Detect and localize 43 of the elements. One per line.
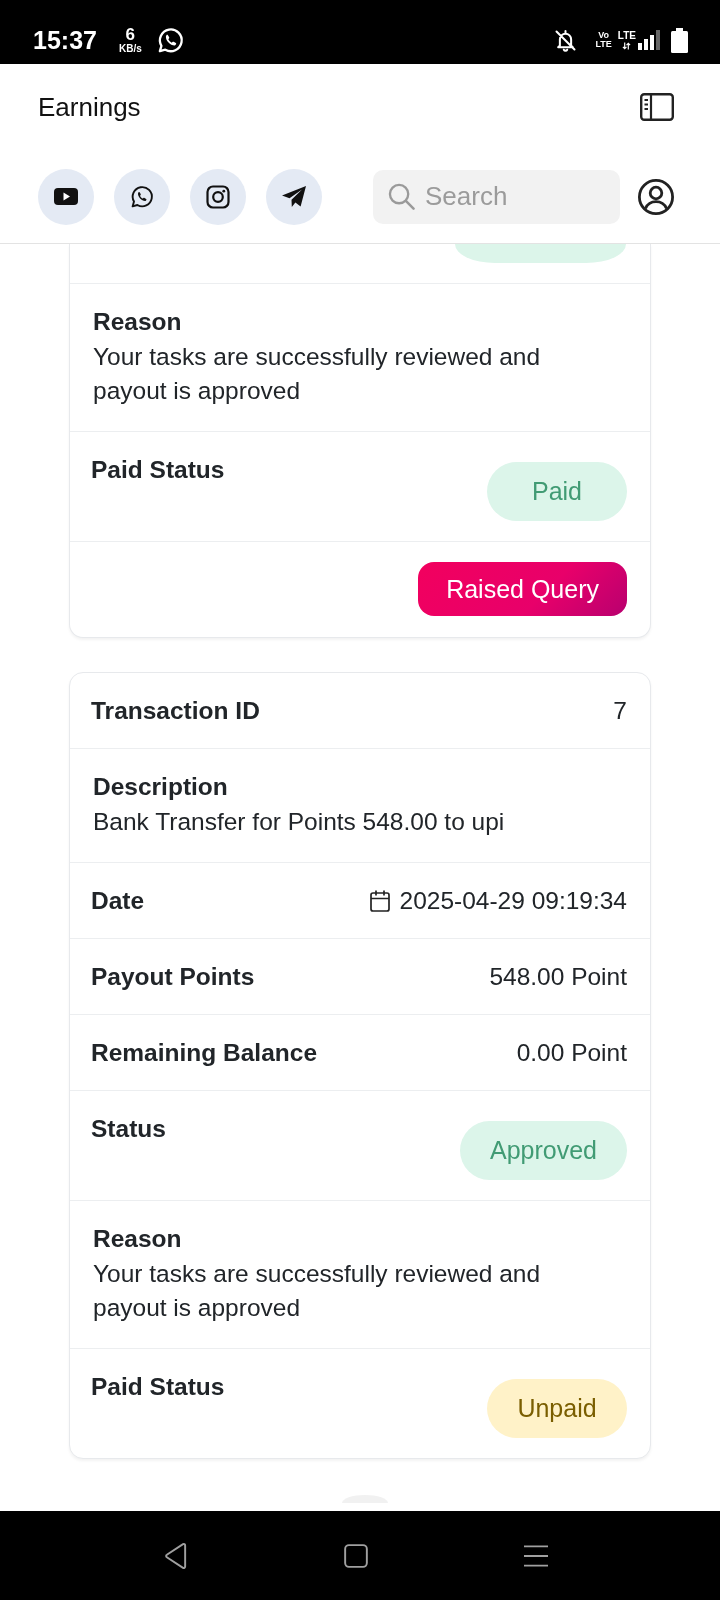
network-speed-value: 6 [125,26,136,43]
field-label: Remaining Balance [91,1037,317,1068]
raised-query-button[interactable]: Raised Query [418,562,627,616]
phone-chat-icon [130,184,154,209]
field-label: Status [91,1114,166,1144]
field-value: Bank Transfer for Points 548.00 to upi [93,807,505,837]
camera-icon [206,184,230,209]
signal-bars-icon [638,30,660,50]
sidebar-toggle-icon[interactable] [640,93,674,121]
field-value: 0.00 Point [516,1037,627,1068]
clock-time: 15:37 [33,25,97,55]
status-badge: Approved [459,1121,627,1180]
volte-label: Vo [598,31,610,40]
back-icon[interactable] [164,1542,188,1569]
field-value: Your tasks are successfully reviewed and payout is approved [93,342,542,406]
field-value: 2025-04-29 09:19:34 [399,885,627,916]
field-label: Reason [93,307,182,337]
field-label: Date [91,885,145,916]
paper-plane-icon [282,184,306,209]
field-label: Payout Points [91,961,255,992]
field-label: Transaction ID [91,695,260,726]
menu-icon[interactable] [524,1542,548,1569]
network-type-label: LTE [617,30,636,41]
page-title: Earnings [38,91,141,123]
user-icon[interactable] [638,178,674,215]
field-value: Your tasks are successfully reviewed and payout is approved [93,1259,542,1323]
field-value: 7 [613,695,627,726]
search-field[interactable]: Search [373,169,620,224]
field-value: 548.00 Point [489,961,627,992]
status-badge: Unpaid [487,1379,627,1438]
search-icon [388,182,415,210]
field-label: Paid Status [91,1372,225,1402]
field-label: Reason [93,1224,182,1254]
field-label: Description [93,772,228,802]
field-label: Paid Status [91,455,225,485]
battery-icon [671,27,688,53]
data-arrows-icon [622,41,632,50]
status-badge: Paid [487,462,627,521]
volte-label: LTE [595,40,612,49]
calendar-icon [369,889,390,912]
network-speed-unit: KB/s [118,43,142,54]
play-button-icon [54,188,78,205]
home-icon[interactable] [344,1542,368,1569]
